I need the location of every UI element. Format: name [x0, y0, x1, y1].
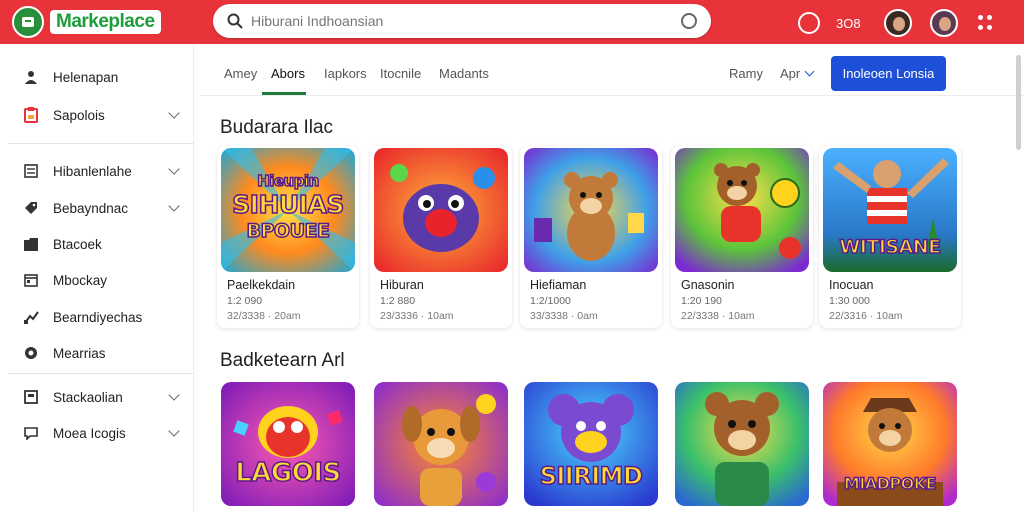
card-meta: 22/3338 · 10am	[681, 310, 755, 322]
chevron-down-icon	[168, 107, 180, 119]
thumbnail-text: SIIRIMD	[539, 461, 644, 491]
game-thumbnail: MIADPOKE	[823, 382, 957, 506]
sidebar-item-label: Stackaolian	[53, 389, 123, 405]
search-icon	[227, 13, 243, 29]
apps-grid-icon[interactable]	[978, 15, 994, 31]
card-meta: 23/3336 · 10am	[380, 310, 454, 322]
game-thumbnail: WITISANE	[823, 148, 957, 272]
sidebar-item-label: Sapolois	[53, 107, 105, 123]
sidebar-item-label: Mbockay	[53, 272, 108, 288]
sidebar-item-hibanlenlahe[interactable]: Hibanlenlahe	[0, 154, 194, 188]
user-icon	[23, 69, 39, 85]
calendar-icon	[23, 272, 39, 288]
thumbnail-text: MIADPOKE	[843, 473, 937, 494]
sidebar-item-bebayndnac[interactable]: Bebayndnac	[0, 191, 194, 225]
game-thumbnail: SIIRIMD	[524, 382, 658, 506]
chevron-down-icon	[804, 66, 815, 77]
chevron-down-icon	[168, 425, 180, 437]
chat-icon[interactable]	[798, 12, 820, 34]
game-thumbnail	[374, 148, 508, 272]
thumbnail-text: WITISANE	[839, 235, 942, 259]
game-thumbnail: Hieupin SIHUIAS BPOUEE	[221, 148, 355, 272]
card-meta: 1:2 880	[380, 295, 416, 307]
game-thumbnail: LAGOIS	[221, 382, 355, 506]
sort-label[interactable]: Ramy	[729, 66, 763, 81]
sidebar: Helenapan Sapolois Hibanlenlahe Bebayndn…	[0, 44, 194, 512]
chevron-down-icon	[168, 163, 180, 175]
sidebar-item-label: Moea Icogis	[53, 425, 126, 441]
card-meta: 1:20 190	[681, 295, 722, 307]
card-title: Hiburan	[380, 278, 424, 292]
top-bar: Markeplace 3O8	[0, 0, 1024, 44]
sidebar-item-label: Hibanlenlahe	[53, 163, 132, 179]
card-title: Inocuan	[829, 278, 874, 292]
divider	[200, 95, 1024, 96]
sidebar-item-moea-icogis[interactable]: Moea Icogis	[0, 416, 194, 450]
card-meta: 1:2 090	[227, 295, 263, 307]
chevron-down-icon	[168, 389, 180, 401]
list-icon	[23, 163, 39, 179]
notification-count: 3O8	[836, 15, 861, 31]
divider	[8, 373, 194, 374]
folder-icon	[23, 236, 39, 252]
filter-dropdown[interactable]: Apr	[780, 66, 815, 81]
tab-itocnile[interactable]: Itocnile	[380, 66, 421, 81]
search-input[interactable]	[251, 10, 671, 32]
card-title: Paelkekdain	[227, 278, 296, 292]
scrollbar[interactable]	[1016, 55, 1021, 150]
thumbnail-text: SIHUIAS	[231, 189, 345, 220]
card-meta: 22/3316 · 10am	[829, 310, 903, 322]
sidebar-item-label: Bebayndnac	[53, 200, 129, 216]
sidebar-item-mearrias[interactable]: Mearrias	[0, 336, 194, 370]
card-meta: 33/3338 · 0am	[530, 310, 598, 322]
sidebar-item-helenapan[interactable]: Helenapan	[0, 60, 194, 94]
primary-action-button[interactable]: Inoleoen Lonsia	[831, 56, 946, 91]
marketplace-logo-icon	[12, 6, 44, 38]
card-meta: 1:30 000	[829, 295, 870, 307]
avatar[interactable]	[884, 9, 912, 37]
card-title: Hiefiaman	[530, 278, 587, 292]
thumbnail-text: LAGOIS	[234, 457, 342, 489]
sidebar-item-mbockay[interactable]: Mbockay	[0, 263, 194, 297]
card-meta: 32/3338 · 20am	[227, 310, 301, 322]
sidebar-item-stackaolian[interactable]: Stackaolian	[0, 380, 194, 414]
trending-icon	[23, 309, 39, 325]
logo[interactable]: Markeplace	[12, 6, 161, 38]
record-icon	[23, 345, 39, 361]
sidebar-item-label: Mearrias	[53, 345, 106, 361]
avatar[interactable]	[930, 9, 958, 37]
voice-search-icon[interactable]	[681, 13, 697, 29]
section-title: Badketearn Arl	[220, 350, 345, 371]
search-bar[interactable]	[213, 4, 711, 38]
logo-text: Markeplace	[50, 10, 161, 34]
clipboard-icon	[23, 107, 39, 123]
tag-icon	[23, 200, 39, 216]
tab-abors[interactable]: Abors	[271, 66, 305, 81]
chevron-down-icon	[168, 200, 180, 212]
sidebar-item-label: Bearndiyechas	[53, 309, 143, 325]
section-title: Budarara Ilac	[220, 117, 334, 138]
game-thumbnail	[374, 382, 508, 506]
thumbnail-text: Hieupin	[256, 171, 320, 191]
sidebar-item-label: Btacoek	[53, 236, 102, 252]
game-thumbnail	[675, 148, 809, 272]
game-thumbnail	[524, 148, 658, 272]
card-meta: 1:2/1000	[530, 295, 571, 307]
divider	[8, 143, 194, 144]
thumbnail-text: BPOUEE	[246, 219, 331, 243]
chat-icon	[23, 425, 39, 441]
game-thumbnail	[675, 382, 809, 506]
sidebar-item-label: Helenapan	[53, 69, 119, 85]
card-title: Gnasonin	[681, 278, 735, 292]
sidebar-item-bearndiyechas[interactable]: Bearndiyechas	[0, 300, 194, 334]
sidebar-item-sapolois[interactable]: Sapolois	[0, 98, 194, 132]
tab-madants[interactable]: Madants	[439, 66, 489, 81]
tab-amey[interactable]: Amey	[224, 66, 257, 81]
tab-iapkors[interactable]: Iapkors	[324, 66, 367, 81]
sidebar-item-btacoek[interactable]: Btacoek	[0, 227, 194, 261]
filter-label: Apr	[780, 66, 801, 81]
box-icon	[23, 389, 39, 405]
